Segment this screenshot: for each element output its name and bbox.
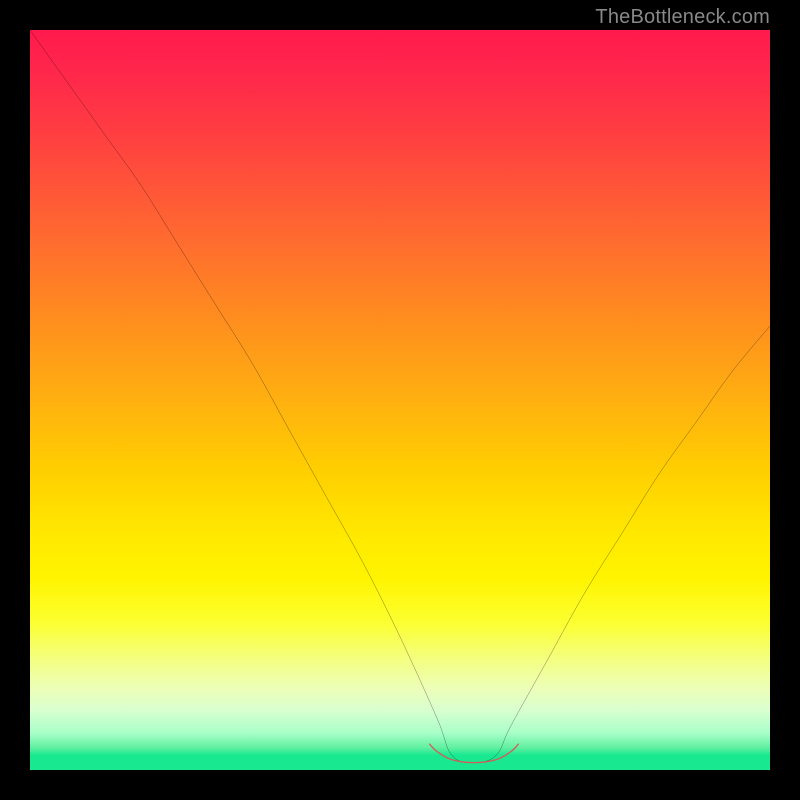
highlight-band (430, 744, 519, 763)
chart-frame: TheBottleneck.com (0, 0, 800, 800)
plot-area (30, 30, 770, 770)
curve-layer (30, 30, 770, 770)
bottleneck-curve (30, 30, 770, 763)
watermark-text: TheBottleneck.com (595, 6, 770, 29)
